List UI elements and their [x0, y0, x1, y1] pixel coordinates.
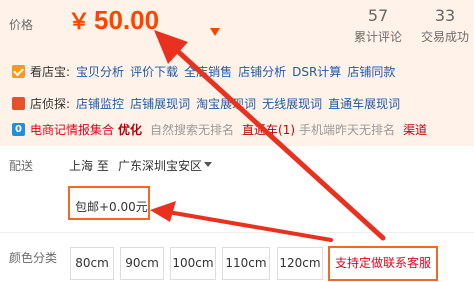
kdb-link-same-items[interactable]: 店铺同款	[347, 63, 395, 80]
chevron-down-icon[interactable]	[204, 162, 212, 167]
review-count-label: 累计评论	[353, 30, 402, 44]
kandianbao-toolbar: 看店宝: 宝贝分析 评价下载 全店销售 店铺分析 DSR计算 店铺同款	[12, 62, 401, 80]
size-option-110[interactable]: 110cm	[222, 247, 270, 280]
dianzhentan-name: 店侦探:	[30, 96, 71, 111]
currency-symbol: ￥	[68, 9, 91, 34]
kdb-link-store-analysis[interactable]: 店铺分析	[238, 63, 286, 80]
divider	[0, 232, 474, 233]
review-count[interactable]: 57 累计评论	[350, 6, 406, 45]
price: ￥ 50.00	[68, 4, 159, 36]
review-count-number: 57	[367, 6, 389, 25]
dzt-link-ztc-keywords[interactable]: 直通车展现词	[328, 95, 400, 112]
kdb-link-store-sales[interactable]: 全店销售	[184, 63, 232, 80]
transaction-count-label: 交易成功	[420, 30, 469, 44]
price-dropdown-icon[interactable]	[210, 28, 220, 36]
kandianbao-icon	[12, 64, 25, 78]
dianshangji-toolbar: 0 电商记情报集合 优化 自然搜索无排名 直通车(1) 手机端昨天无排名 渠道	[12, 120, 431, 138]
channel-link[interactable]: 渠道	[403, 121, 427, 138]
kdb-link-review-download[interactable]: 评价下载	[130, 63, 178, 80]
product-summary-panel: 价格 ￥ 50.00 57 累计评论 33 交易成功 看店宝: 宝贝分析 评价下载…	[0, 0, 474, 146]
price-label: 价格	[9, 18, 34, 32]
price-value: 50.00	[94, 5, 160, 35]
size-option-120[interactable]: 120cm	[277, 247, 323, 280]
size-option-100[interactable]: 100cm	[170, 247, 216, 280]
dzt-link-taobao-keywords[interactable]: 淘宝展现词	[196, 95, 256, 112]
kdb-link-item-analysis[interactable]: 宝贝分析	[76, 63, 124, 80]
transaction-count-number: 33	[434, 6, 456, 25]
dianshangji-icon: 0	[12, 122, 25, 136]
custom-order-option[interactable]: 支持定做联系客服	[328, 246, 438, 281]
kandianbao-name: 看店宝:	[30, 64, 71, 79]
size-option-80[interactable]: 80cm	[70, 247, 114, 280]
kdb-link-dsr-calc[interactable]: DSR计算	[292, 63, 341, 80]
transaction-count[interactable]: 33 交易成功	[415, 6, 474, 45]
optimize-link[interactable]: 优化	[118, 121, 142, 138]
postage-box: 包邮+0.00元	[68, 186, 150, 220]
dzt-link-wireless-keywords[interactable]: 无线展现词	[262, 95, 322, 112]
shipping-origin: 上海 至	[69, 159, 109, 173]
size-option-90[interactable]: 90cm	[120, 247, 164, 280]
dzt-link-store-monitor[interactable]: 店铺监控	[76, 95, 124, 112]
ztc-count-link[interactable]: 直通车(1)	[242, 121, 295, 138]
color-category-label: 颜色分类	[9, 251, 58, 265]
mobile-rank-status: 手机端昨天无排名	[299, 122, 396, 137]
shipping-label: 配送	[9, 159, 34, 173]
natural-search-status: 自然搜索无排名	[150, 122, 235, 137]
dianzhentan-toolbar: 店侦探: 店铺监控 店铺展现词 淘宝展现词 无线展现词 直通车展现词	[12, 94, 406, 112]
postage-text: 包邮+0.00元	[75, 200, 148, 214]
dianzhentan-icon	[12, 96, 25, 110]
dzt-link-store-keywords[interactable]: 店铺展现词	[130, 95, 190, 112]
shipping-destination-select[interactable]: 广东深圳宝安区	[118, 157, 202, 174]
arrow-to-postage	[150, 201, 333, 242]
dianshangji-title[interactable]: 电商记情报集合	[30, 121, 114, 138]
